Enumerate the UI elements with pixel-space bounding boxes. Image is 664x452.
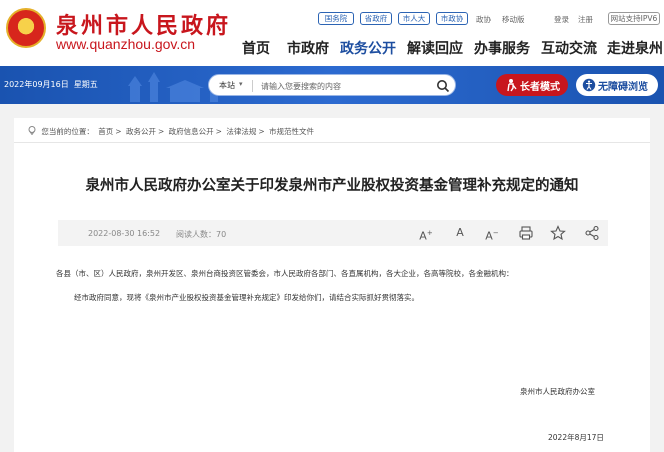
article-paragraph-2: 经市政府同意，现将《泉州市产业股权投资基金管理补充规定》印发给你们，请结合实际抓… xyxy=(74,293,419,302)
nav-gov-affairs[interactable]: 政务公开 xyxy=(340,38,396,58)
nav-interpretation[interactable]: 解读回应 xyxy=(407,38,463,58)
print-icon[interactable] xyxy=(518,225,534,241)
site-url[interactable]: www.quanzhou.gov.cn xyxy=(56,36,195,52)
chevron-down-icon[interactable]: ▾ xyxy=(239,80,243,88)
site-header: ★ 泉州市人民政府 www.quanzhou.gov.cn 国务院 省政府 市人… xyxy=(0,0,664,66)
breadcrumb-gov-affairs[interactable]: 政务公开 xyxy=(126,127,156,136)
location-icon xyxy=(28,126,36,136)
elder-mode-button[interactable]: 长者模式 xyxy=(496,74,568,96)
font-smaller-icon[interactable]: A− xyxy=(484,225,500,243)
ipv6-badge: 网站支持IPV6 xyxy=(608,12,660,25)
share-icon[interactable] xyxy=(584,225,600,241)
signature-org: 泉州市人民政府办公室 xyxy=(520,387,595,396)
search-input[interactable] xyxy=(261,79,431,93)
weekday: 星期五 xyxy=(73,80,98,89)
pill-state-council[interactable]: 国务院 xyxy=(318,12,354,25)
article-card: 您当前的位置： 首页 > 政务公开 > 政府信息公开 > 法律法规 > 市规范性文件 泉… xyxy=(14,118,650,452)
divider xyxy=(14,142,650,143)
page-title: 泉州市人民政府办公室关于印发泉州市产业股权投资基金管理补充规定的通知 xyxy=(85,178,579,194)
article-paragraph-1: 各县（市、区）人民政府，泉州开发区、泉州台商投资区管委会，市人民政府各部门、各直… xyxy=(56,269,514,278)
font-larger-icon[interactable]: A+ xyxy=(418,225,434,243)
link-login[interactable]: 登录 xyxy=(554,14,569,25)
accessibility-icon xyxy=(582,78,596,92)
breadcrumb-normative-docs[interactable]: 市规范性文件 xyxy=(269,127,314,136)
pill-npc[interactable]: 市人大 xyxy=(398,12,430,25)
elder-icon xyxy=(507,79,517,92)
breadcrumb-prefix: 您当前的位置： xyxy=(41,127,94,136)
search-box: 本站 ▾ xyxy=(208,74,456,96)
nav-city-gov[interactable]: 市政府 xyxy=(287,38,329,58)
breadcrumb: 您当前的位置： 首页 > 政务公开 > 政府信息公开 > 法律法规 > 市规范性文件 xyxy=(28,126,316,137)
elder-mode-label: 长者模式 xyxy=(520,82,560,93)
nav-services[interactable]: 办事服务 xyxy=(474,38,530,58)
read-count: 阅读人数：70 xyxy=(176,230,227,239)
pill-provincial-gov[interactable]: 省政府 xyxy=(360,12,392,25)
search-icon[interactable] xyxy=(435,79,451,93)
breadcrumb-info-disclosure[interactable]: 政府信息公开 xyxy=(169,127,214,136)
national-emblem-icon: ★ xyxy=(6,8,46,48)
search-divider xyxy=(252,80,253,92)
publish-date: 2022-08-30 16:52 xyxy=(88,229,161,238)
banner: 2022年09月16日 星期五 本站 ▾ 长者模式 xyxy=(0,66,664,104)
nav-interaction[interactable]: 互动交流 xyxy=(541,38,597,58)
link-cppcc[interactable]: 政协 xyxy=(476,14,491,25)
accessibility-label: 无障碍浏览 xyxy=(598,82,648,93)
breadcrumb-home[interactable]: 首页 xyxy=(98,127,113,136)
favorite-icon[interactable] xyxy=(550,225,566,241)
font-normal-icon[interactable]: A xyxy=(452,225,468,241)
article-meta-bar: 2022-08-30 16:52 阅读人数：70 A+ A A− xyxy=(58,220,608,246)
current-date: 2022年09月16日 星期五 xyxy=(4,80,98,89)
search-scope[interactable]: 本站 xyxy=(219,80,235,91)
pill-cppcc[interactable]: 市政协 xyxy=(436,12,468,25)
link-register[interactable]: 注册 xyxy=(578,14,593,25)
nav-about-quanzhou[interactable]: 走进泉州 xyxy=(607,38,663,58)
link-mobile[interactable]: 移动版 xyxy=(502,14,525,25)
accessibility-button[interactable]: 无障碍浏览 xyxy=(576,74,658,96)
signature-date: 2022年8月17日 xyxy=(548,433,604,442)
breadcrumb-laws[interactable]: 法律法规 xyxy=(226,127,256,136)
nav-home[interactable]: 首页 xyxy=(242,38,270,58)
